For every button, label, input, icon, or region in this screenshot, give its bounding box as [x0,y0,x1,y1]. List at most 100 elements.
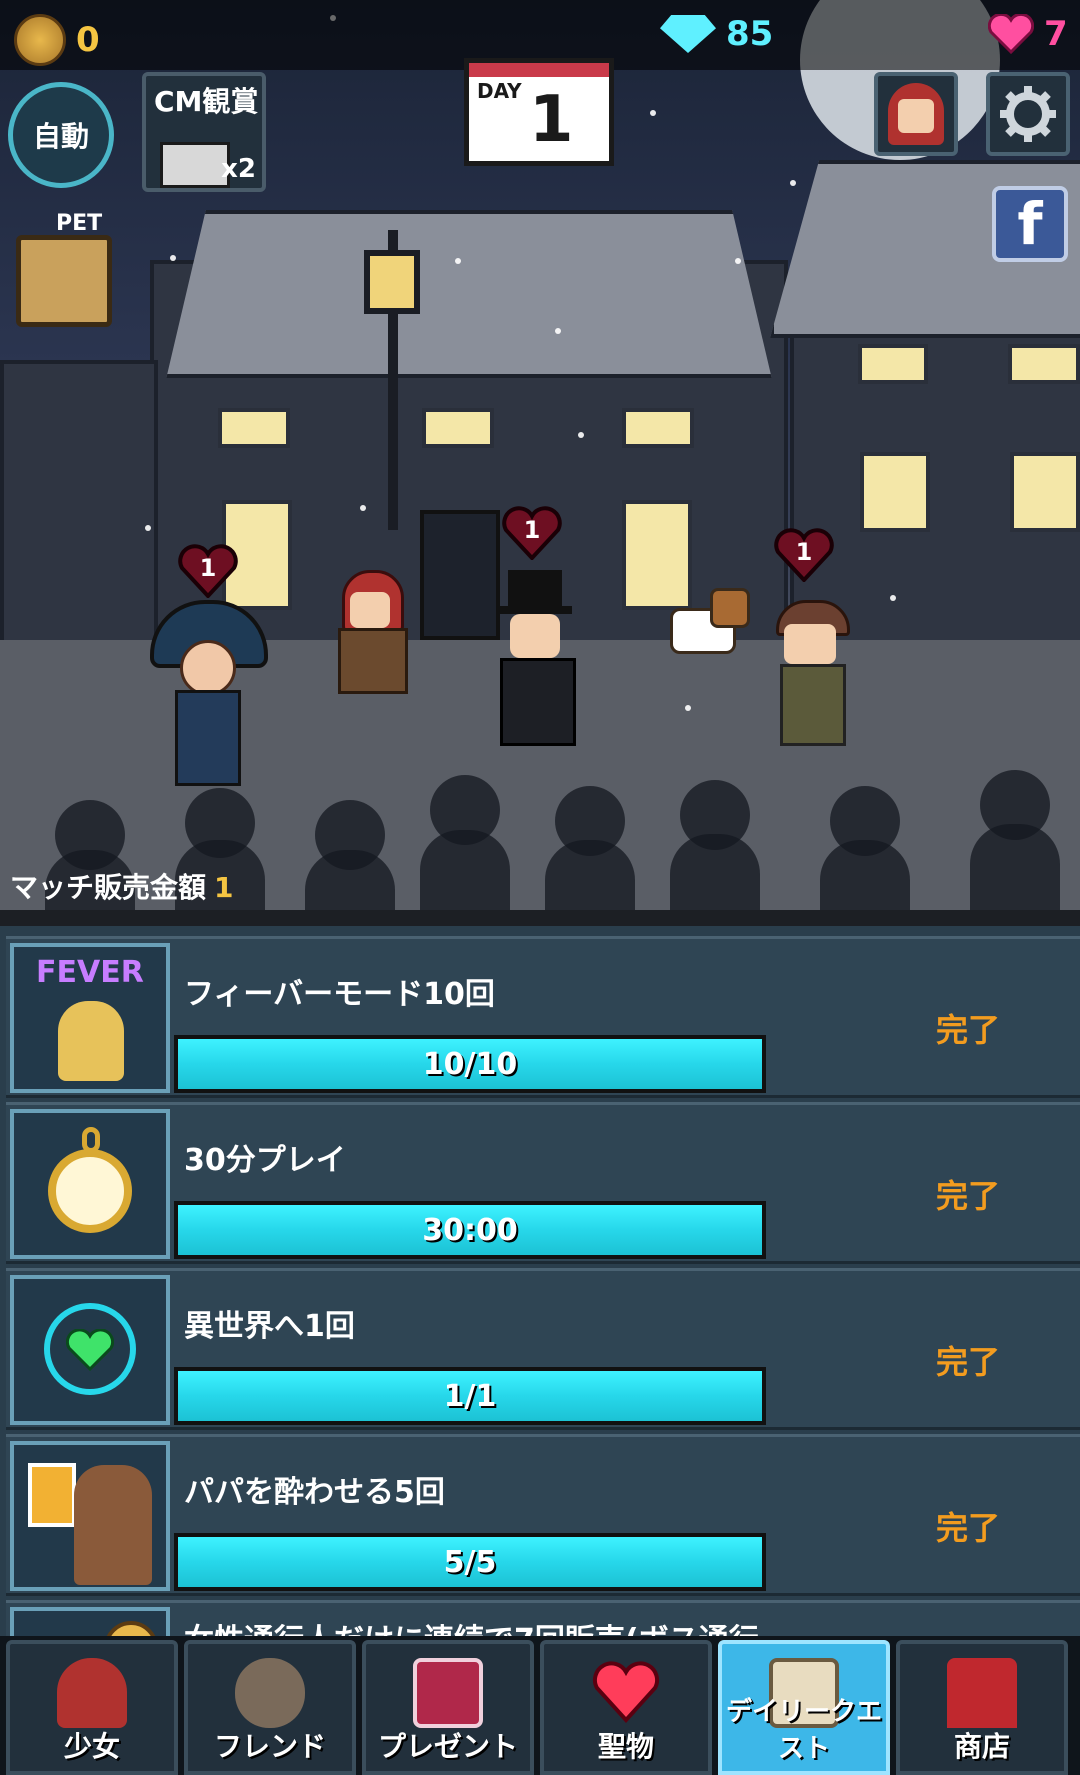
quest-status[interactable]: 完了 [936,1503,1000,1549]
heart-count: 1 [523,516,541,544]
silhouette [420,830,510,910]
window [622,408,694,448]
auto-label: 自動 [32,120,89,153]
door [420,510,500,640]
friends-icon [235,1658,305,1728]
window [1010,452,1080,532]
roof-left [166,210,772,378]
snowflake [790,180,796,186]
gear-icon [1000,86,1056,142]
cm-multiplier: x2 [221,154,256,184]
quest-title: 30分プレイ [184,1143,346,1178]
cm-label: CM観賞 [154,85,259,118]
match-girl-character [330,570,410,694]
game-scene: 1 1 1 0 85 7 自動 CM観賞 x2 PET DAY 1 f マッチ販… [0,0,1080,910]
pet-button[interactable]: PET [10,205,120,335]
quest-progress-bar: 1/1 [174,1367,766,1425]
girl-avatar-icon [888,83,944,145]
nav-daily-quest[interactable]: デイリークエスト [718,1640,890,1775]
silhouette [820,840,910,910]
snowflake [145,525,151,531]
boy-character [770,600,850,746]
quest-status[interactable]: 完了 [936,1171,1000,1217]
snowflake [735,258,741,264]
heart-count: 1 [199,554,217,582]
window [858,344,928,384]
facebook-button[interactable]: f [992,186,1068,262]
silhouette [670,834,760,910]
quest-row[interactable]: パパを酔わせる5回 5/5 完了 [6,1434,1080,1596]
holy-heart-icon [592,1661,660,1723]
laurel-heart-icon [10,1275,170,1425]
nav-label: プレゼント [377,1730,518,1763]
heart-badge: 1 [774,528,834,583]
nav-shop[interactable]: 商店 [896,1640,1068,1775]
quest-row[interactable]: 30分プレイ 30:00 完了 [6,1102,1080,1264]
snowflake [170,255,176,261]
facebook-icon: f [1017,190,1043,258]
sales-value: 1 [214,871,234,904]
silhouette [545,840,635,910]
snowflake [650,110,656,116]
progress-text: 5/5 [443,1545,497,1580]
match-sales-amount: マッチ販売金額 1 [10,866,234,906]
quest-row[interactable]: 異世界へ1回 1/1 完了 [6,1268,1080,1430]
window [422,408,494,448]
nav-label: 商店 [953,1730,1010,1763]
gem-counter: 85 [660,14,773,54]
calendar-binding [469,63,609,77]
day-number: 1 [529,83,574,157]
coin-icon [10,1607,170,1636]
pink-heart-icon [988,14,1034,54]
settings-button[interactable] [986,72,1070,156]
snowflake [890,595,896,601]
auto-button[interactable]: 自動 [8,82,114,188]
heart-value: 7 [1044,14,1068,54]
quest-title: パパを酔わせる5回 [184,1475,445,1510]
quest-row[interactable]: 女性通行人だけに連続で7回販売(ボス通行 [6,1600,1080,1636]
day-calendar: DAY 1 [464,58,614,166]
heart-badge: 1 [502,506,562,561]
nav-present[interactable]: プレゼント [362,1640,534,1775]
quest-status[interactable]: 完了 [936,1005,1000,1051]
nav-girl[interactable]: 少女 [6,1640,178,1775]
quest-title: 女性通行人だけに連続で7回販売(ボス通行 [184,1615,759,1636]
nav-friend[interactable]: フレンド [184,1640,356,1775]
pet-house-icon [16,235,112,327]
cm-watch-button[interactable]: CM観賞 x2 [142,72,266,192]
window [860,452,930,532]
fever-statue-icon: FEVER [10,943,170,1093]
sales-label: マッチ販売金額 [10,871,207,904]
snowflake [578,432,584,438]
pocket-watch-icon [10,1109,170,1259]
quest-progress-bar: 30:00 [174,1201,766,1259]
nav-label: 聖物 [597,1730,654,1763]
shop-icon [947,1658,1017,1728]
silhouette [970,824,1060,910]
daily-quest-list[interactable]: FEVER フィーバーモード10回 10/10 完了 30分プレイ 30:00 … [0,926,1080,1636]
progress-text: 30:00 [422,1213,518,1248]
nav-holy-item[interactable]: 聖物 [540,1640,712,1775]
street-lamp-light [364,250,420,314]
coin-counter: 0 [14,14,100,66]
quest-status[interactable]: 完了 [936,1337,1000,1383]
bottom-navigation: 少女 フレンド プレゼント 聖物 デイリークエスト 商店 [0,1636,1080,1775]
heart-badge: 1 [178,544,238,599]
nav-label: デイリークエスト [725,1697,882,1764]
fever-text: FEVER [36,955,144,990]
snowflake [685,705,691,711]
snowflake [455,258,461,264]
beer-papa-icon [10,1441,170,1591]
quest-progress-bar: 5/5 [174,1533,766,1591]
profile-button[interactable] [874,72,958,156]
heart-count: 1 [795,538,813,566]
dog-character [670,588,750,668]
diamond-icon [660,15,716,53]
day-label: DAY [477,79,522,103]
gift-icon [413,1658,483,1728]
nav-label: 少女 [63,1730,120,1763]
quest-row[interactable]: FEVER フィーバーモード10回 10/10 完了 [6,936,1080,1098]
window [1008,344,1080,384]
progress-text: 1/1 [443,1379,497,1414]
building-far-left [0,360,158,648]
